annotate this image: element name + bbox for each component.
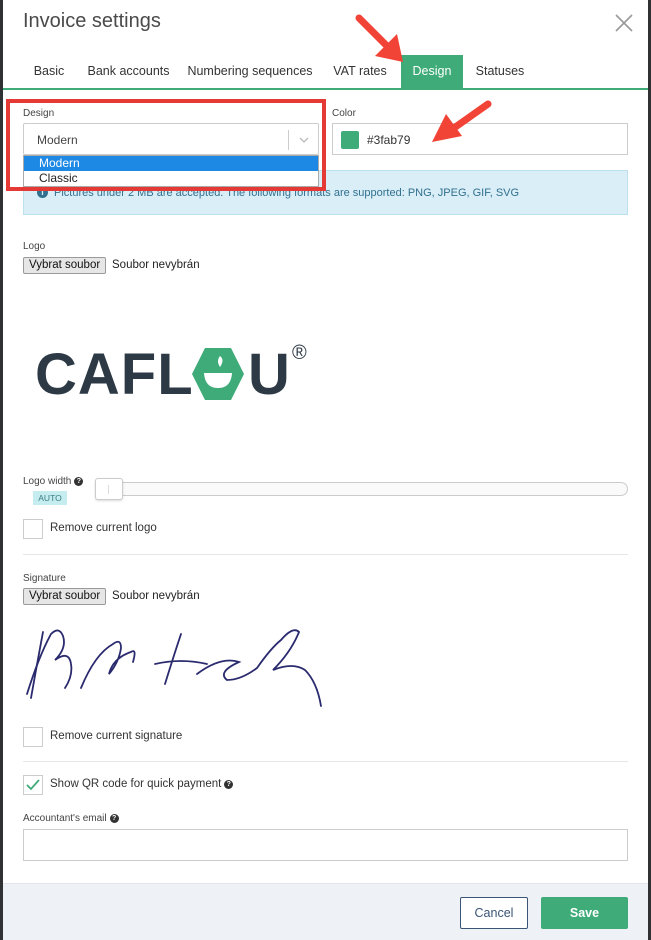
logo-width-slider-handle[interactable] [95, 478, 123, 500]
chevron-down-icon[interactable] [298, 135, 310, 145]
question-circle-icon[interactable]: ? [109, 814, 119, 823]
modal-title: Invoice settings [23, 10, 161, 32]
info-alert-text: Pictures under 2 MB are accepted. The fo… [54, 187, 520, 199]
color-swatch[interactable] [341, 131, 359, 149]
qr-code-label: Show QR code for quick payment? [50, 778, 234, 790]
signature-image [26, 629, 322, 707]
signature-label: Signature [23, 573, 66, 584]
cup-icon [192, 348, 244, 400]
question-circle-icon[interactable]: ? [224, 780, 234, 789]
checkmark-icon [26, 779, 40, 791]
tab-basic[interactable]: Basic [23, 55, 75, 88]
accountant-email-input[interactable] [23, 829, 628, 861]
dropdown-option-modern[interactable]: Modern [24, 156, 318, 171]
logo-brand-right: U [248, 342, 291, 407]
tab-bank-accounts[interactable]: Bank accounts [81, 55, 176, 88]
modal-footer: Cancel Save [3, 883, 648, 940]
logo-width-label: Logo width? [23, 476, 84, 487]
signature-file-status: Soubor nevybrán [112, 590, 200, 602]
registered-mark: ® [292, 342, 307, 364]
design-select[interactable]: Modern [23, 123, 319, 155]
accountant-email-label: Accountant's email? [23, 813, 119, 824]
save-button[interactable]: Save [541, 897, 628, 929]
tab-design[interactable]: Design [401, 55, 463, 88]
divider [23, 554, 628, 555]
dropdown-option-classic[interactable]: Classic [24, 171, 318, 186]
logo-file-status: Soubor nevybrán [112, 259, 200, 271]
logo-brand-left: CAFL [35, 342, 194, 407]
info-icon: i [37, 187, 48, 198]
select-separator [288, 130, 289, 150]
close-icon[interactable] [611, 10, 637, 36]
design-select-value: Modern [37, 133, 78, 147]
cancel-button[interactable]: Cancel [460, 897, 528, 929]
color-label: Color [332, 108, 356, 119]
qr-code-checkbox[interactable] [23, 775, 43, 795]
question-circle-icon[interactable]: ? [74, 477, 84, 486]
design-dropdown-list: Modern Classic [23, 155, 319, 187]
signature-choose-file-button[interactable]: Vybrat soubor [23, 588, 107, 605]
logo-width-label-text: Logo width [23, 476, 72, 487]
color-value: #3fab79 [367, 133, 411, 147]
color-input[interactable]: #3fab79 [332, 123, 628, 155]
logo-choose-file-button[interactable]: Vybrat soubor [23, 257, 107, 274]
qr-code-label-text: Show QR code for quick payment [50, 778, 222, 790]
accountant-email-label-text: Accountant's email [23, 813, 107, 824]
tab-vat-rates[interactable]: VAT rates [324, 55, 396, 88]
invoice-settings-modal: Invoice settings Basic Bank accounts Num… [3, 0, 648, 940]
design-label: Design [23, 108, 55, 119]
settings-tabs: Basic Bank accounts Numbering sequences … [3, 55, 648, 90]
logo-width-slider-track[interactable] [97, 482, 628, 496]
remove-logo-label: Remove current logo [50, 522, 157, 534]
remove-logo-checkbox[interactable] [23, 519, 43, 539]
remove-signature-label: Remove current signature [50, 730, 183, 742]
divider [23, 761, 628, 762]
tab-statuses[interactable]: Statuses [470, 55, 530, 88]
logo-width-auto-badge: AUTO [33, 491, 67, 505]
logo-label: Logo [23, 241, 46, 252]
remove-signature-checkbox[interactable] [23, 727, 43, 747]
tab-numbering-sequences[interactable]: Numbering sequences [183, 55, 317, 88]
